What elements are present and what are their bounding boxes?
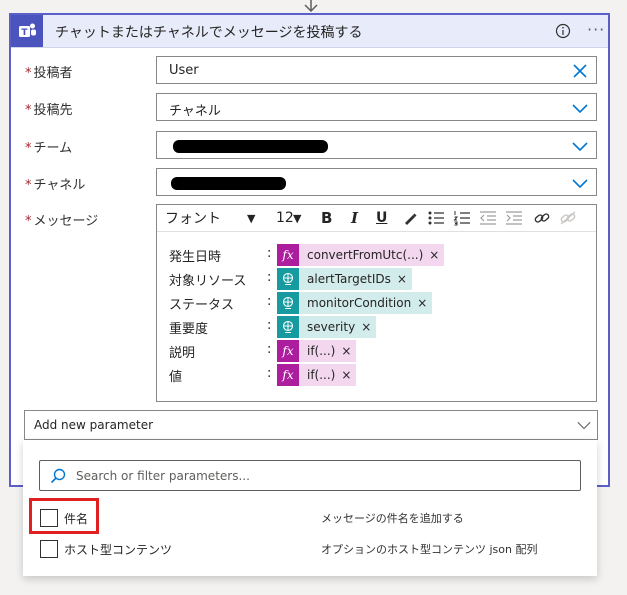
parameter-option-name: ホスト型コンテンツ (64, 543, 173, 557)
add-parameter-label: Add new parameter (34, 418, 154, 432)
bold-button[interactable]: B (321, 208, 332, 228)
editor-row-colon: : (267, 246, 272, 261)
editor-row-label: 値 (169, 370, 183, 385)
editor-row-label: 対象リソース (169, 274, 247, 289)
remove-token-icon[interactable]: × (341, 340, 357, 362)
fx-icon: fx (277, 244, 299, 266)
parameter-option[interactable]: ホスト型コンテンツ オプションのホスト型コンテンツ json 配列 (23, 538, 597, 560)
numbered-list-icon[interactable] (453, 208, 471, 228)
team-dropdown[interactable] (156, 131, 597, 159)
link-icon[interactable] (533, 208, 551, 228)
fx-icon: fx (277, 340, 299, 362)
channel-dropdown[interactable] (156, 168, 597, 196)
editor-row-label: ステータス (169, 298, 235, 313)
chevron-down-icon (577, 421, 591, 430)
dynamic-content-token[interactable]: monitorCondition × (277, 292, 433, 314)
poster-label: * 投稿者 (25, 66, 73, 81)
poster-value: User (169, 63, 199, 78)
poster-field[interactable]: User (156, 56, 597, 84)
editor-row-label: 発生日時 (169, 250, 222, 265)
add-parameter-dropdown[interactable]: Add new parameter (24, 410, 598, 440)
globe-icon (277, 268, 299, 290)
remove-token-icon[interactable]: × (341, 364, 357, 386)
chevron-down-icon (572, 104, 588, 114)
italic-button[interactable]: I (351, 208, 358, 228)
editor-row-colon: : (267, 270, 272, 285)
info-icon[interactable] (555, 23, 571, 39)
editor-row-label: 重要度 (169, 322, 209, 337)
action-header[interactable]: T チャットまたはチャネルでメッセージを投稿する ··· (11, 15, 608, 48)
editor-row-colon: : (267, 294, 272, 309)
parameter-option-description: オプションのホスト型コンテンツ json 配列 (321, 543, 538, 556)
message-label: * メッセージ (25, 214, 99, 229)
parameter-search-input[interactable] (74, 466, 573, 486)
post-to-value: チャネル (169, 104, 221, 119)
parameter-dropdown-panel: 件名 メッセージの件名を追加する ホスト型コンテンツ オプションのホスト型コンテ… (23, 440, 597, 576)
parameter-search-box[interactable] (39, 460, 581, 491)
increase-indent-icon[interactable] (505, 208, 523, 228)
parameter-option[interactable]: 件名 メッセージの件名を追加する (23, 507, 597, 529)
bullet-list-icon[interactable] (427, 208, 445, 228)
fx-icon: fx (277, 364, 299, 386)
remove-token-icon[interactable]: × (396, 268, 412, 290)
unlink-icon[interactable] (559, 208, 577, 228)
connector-arrow-icon (304, 0, 318, 12)
svg-text:T: T (21, 28, 28, 38)
clear-icon[interactable] (572, 63, 588, 79)
highlight-pen-icon[interactable] (402, 208, 418, 228)
channel-label: * チャネル (25, 178, 86, 193)
globe-icon (277, 316, 299, 338)
decrease-indent-icon[interactable] (479, 208, 497, 228)
editor-row-label: 説明 (169, 346, 196, 361)
teams-icon: T (11, 15, 43, 47)
editor-row-colon: : (267, 366, 272, 381)
editor-row-colon: : (267, 318, 272, 333)
remove-token-icon[interactable]: × (429, 244, 445, 266)
caret-down-icon[interactable]: ▼ (293, 208, 301, 228)
action-card: T チャットまたはチャネルでメッセージを投稿する ··· * 投稿者 * 投稿先 *… (9, 13, 610, 487)
expression-token[interactable]: fx if(...) × (277, 364, 357, 386)
post-to-dropdown[interactable]: チャネル (156, 93, 597, 121)
remove-token-icon[interactable]: × (361, 316, 377, 338)
redacted-team-value (173, 140, 328, 153)
font-size-select[interactable]: 12 (276, 208, 294, 228)
expression-token[interactable]: fx if(...) × (277, 340, 357, 362)
caret-down-icon[interactable]: ▼ (247, 208, 255, 228)
editor-row-colon: : (267, 342, 272, 357)
globe-icon (277, 292, 299, 314)
editor-toolbar: フォント ▼ 12 ▼ B I U (157, 205, 596, 232)
team-label: * チーム (25, 141, 73, 156)
parameter-option-description: メッセージの件名を追加する (321, 512, 464, 525)
expression-token[interactable]: fx convertFromUtc(...) × (277, 244, 445, 266)
more-options-icon[interactable]: ··· (587, 20, 605, 39)
action-title: チャットまたはチャネルでメッセージを投稿する (55, 25, 363, 41)
highlight-annotation (29, 498, 99, 534)
message-editor[interactable]: フォント ▼ 12 ▼ B I U 発生日時: fx convertFromU… (156, 204, 597, 402)
remove-token-icon[interactable]: × (417, 292, 433, 314)
chevron-down-icon (572, 142, 588, 152)
checkbox[interactable] (40, 540, 58, 558)
dynamic-content-token[interactable]: severity × (277, 316, 377, 338)
post-to-label: * 投稿先 (25, 103, 73, 118)
search-icon (50, 468, 66, 484)
font-family-select[interactable]: フォント (165, 208, 221, 228)
redacted-channel-value (171, 177, 286, 190)
dynamic-content-token[interactable]: alertTargetIDs × (277, 268, 412, 290)
underline-button[interactable]: U (376, 208, 387, 228)
chevron-down-icon (572, 179, 588, 189)
